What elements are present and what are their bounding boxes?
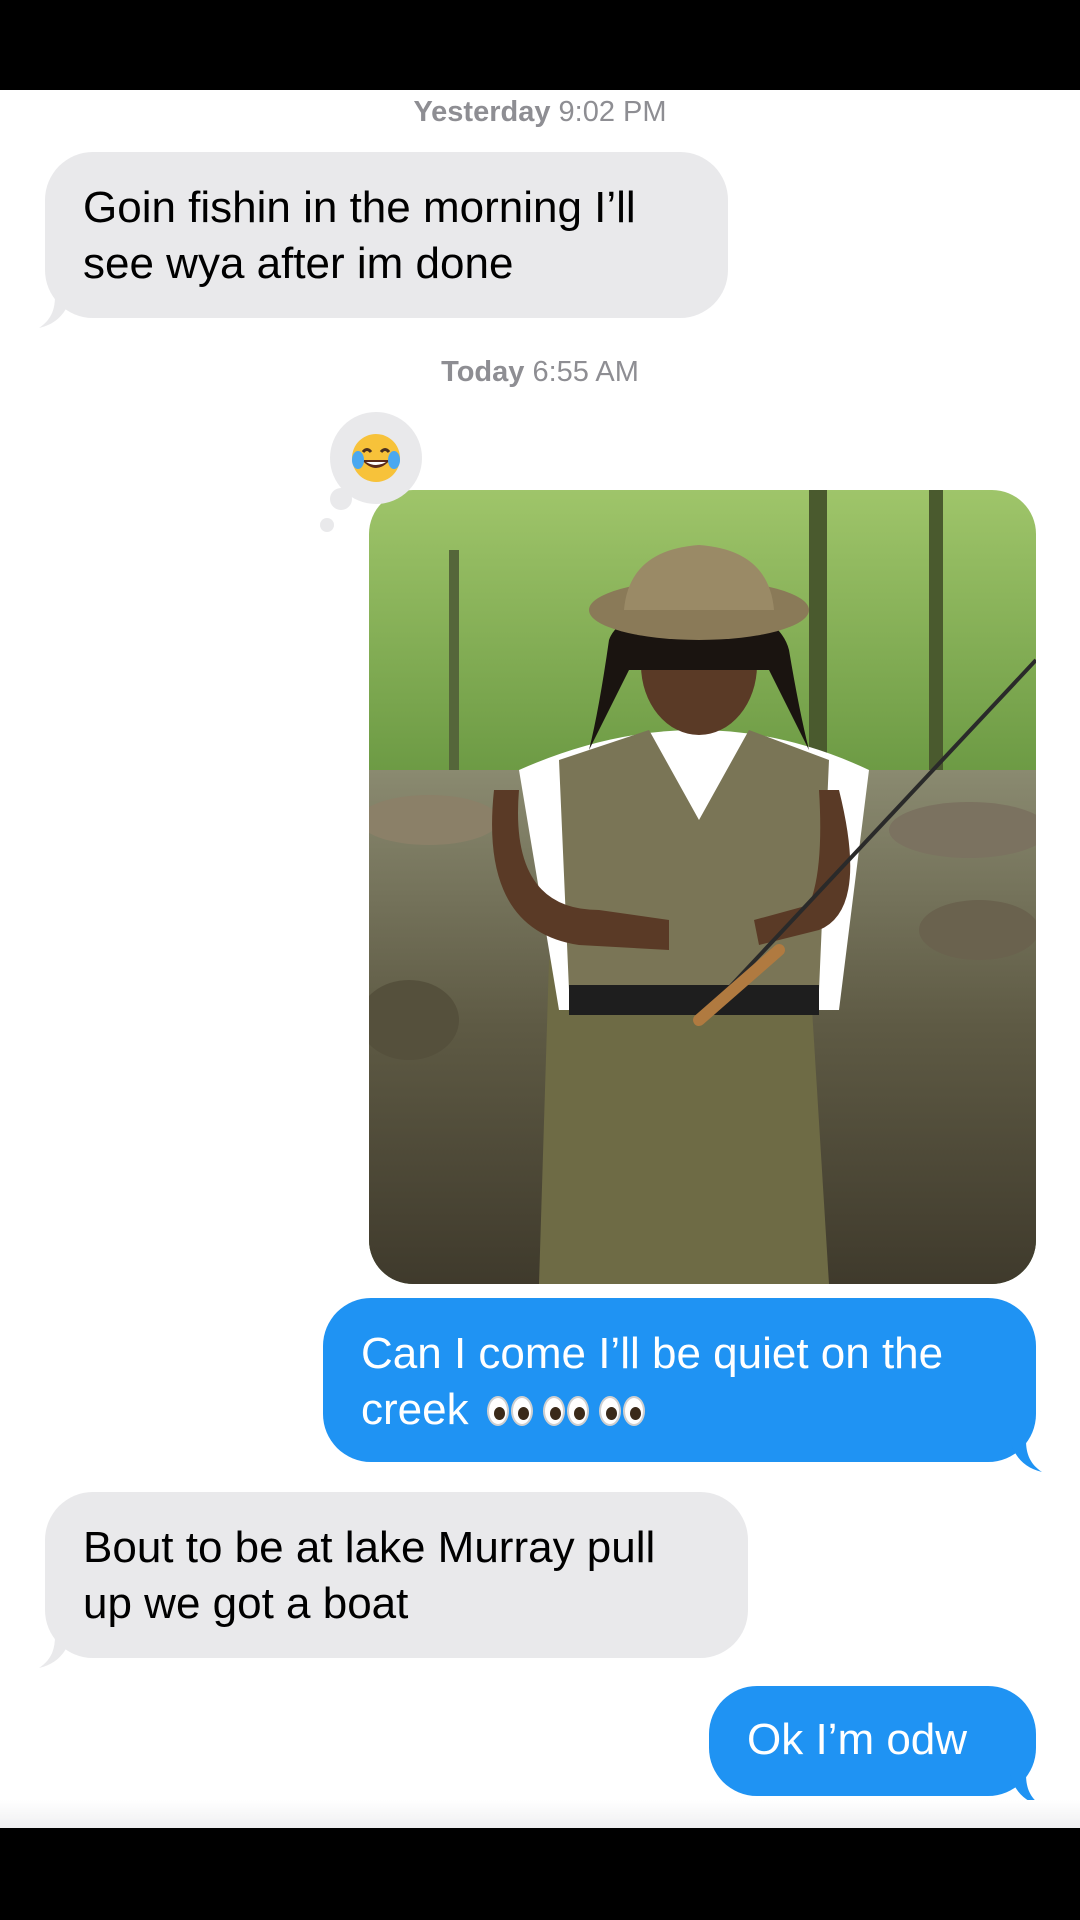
bubble-tail-icon [39, 1636, 71, 1668]
bubble-tail-icon [1010, 1440, 1042, 1472]
message-text: Bout to be at lake Murray pull up we got… [83, 1523, 656, 1628]
timestamp-day: Today [441, 356, 525, 388]
message-bubble-outgoing[interactable]: Ok I’m odw [709, 1686, 1042, 1806]
message-bubble-outgoing[interactable]: Can I come I’ll be quiet on the creek [323, 1298, 1042, 1472]
fishing-photo-image [369, 490, 1036, 1284]
message-bubble-incoming[interactable]: Goin fishin in the morning I’ll see wya … [39, 152, 728, 328]
photo-message[interactable] [369, 490, 1036, 1284]
tapback-reaction[interactable] [330, 412, 422, 504]
message-text: Ok I’m odw [747, 1715, 968, 1764]
timestamp-time: 9:02 PM [558, 96, 667, 128]
top-black-bar [0, 0, 1080, 90]
timestamp-day: Yesterday [413, 96, 551, 128]
timestamp-yesterday: Yesterday 9:02 PM [0, 96, 1080, 129]
timestamp-time: 6:55 AM [532, 356, 639, 388]
reaction-tail-dot [320, 518, 334, 532]
message-text: Goin fishin in the morning I’ll see wya … [83, 183, 636, 288]
eyes-emoji-icon [486, 1384, 655, 1440]
bubble-tail-icon [39, 296, 71, 328]
laughing-tears-emoji-icon [352, 434, 400, 482]
timestamp-today: Today 6:55 AM [0, 356, 1080, 389]
input-area-fade [0, 1800, 1080, 1828]
message-bubble-incoming[interactable]: Bout to be at lake Murray pull up we got… [39, 1492, 748, 1668]
bottom-black-bar [0, 1828, 1080, 1920]
